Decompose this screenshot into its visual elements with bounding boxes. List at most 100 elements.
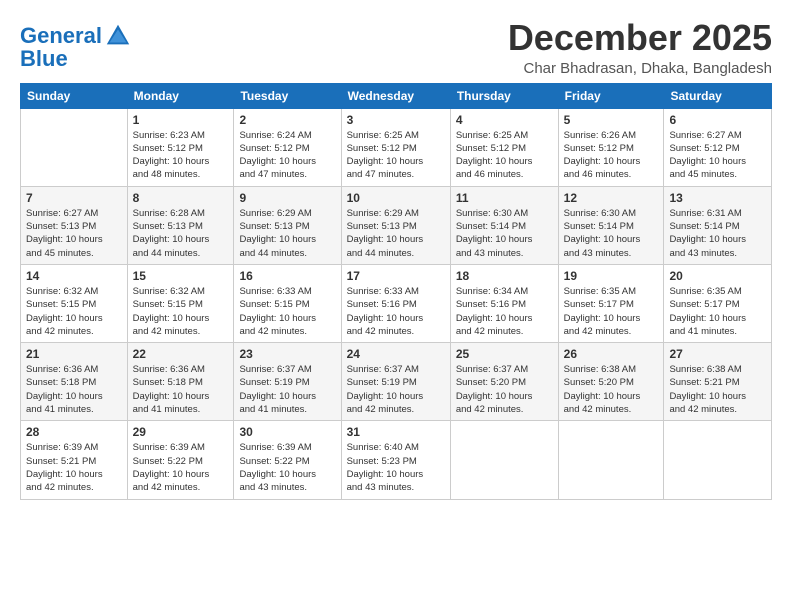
title-section: December 2025 Char Bhadrasan, Dhaka, Ban… <box>508 18 772 77</box>
day-number: 18 <box>456 269 553 283</box>
day-number: 14 <box>26 269 122 283</box>
calendar-cell: 27 Sunrise: 6:38 AM Sunset: 5:21 PM Dayli… <box>664 343 772 421</box>
calendar-cell: 29 Sunrise: 6:39 AM Sunset: 5:22 PM Dayli… <box>127 421 234 499</box>
day-info: Sunrise: 6:30 AM Sunset: 5:14 PM Dayligh… <box>456 207 553 260</box>
day-info: Sunrise: 6:24 AM Sunset: 5:12 PM Dayligh… <box>239 129 335 182</box>
calendar-cell: 20Sunrise: 6:35 AM Sunset: 5:17 PM Dayli… <box>664 264 772 342</box>
calendar-cell: 11 Sunrise: 6:30 AM Sunset: 5:14 PM Dayli… <box>450 186 558 264</box>
day-info: Sunrise: 6:36 AM Sunset: 5:18 PM Dayligh… <box>133 363 229 416</box>
day-number: 27 <box>669 347 766 361</box>
day-info: Sunrise: 6:29 AM Sunset: 5:13 PM Dayligh… <box>347 207 445 260</box>
header: General Blue December 2025 Char Bhadrasa… <box>20 18 772 77</box>
calendar-cell <box>664 421 772 499</box>
day-info: Sunrise: 6:23 AM Sunset: 5:12 PM Dayligh… <box>133 129 229 182</box>
month-title: December 2025 <box>508 18 772 58</box>
day-number: 8 <box>133 191 229 205</box>
day-info: Sunrise: 6:38 AM Sunset: 5:20 PM Dayligh… <box>564 363 659 416</box>
day-info: Sunrise: 6:32 AM Sunset: 5:15 PM Dayligh… <box>133 285 229 338</box>
day-number: 21 <box>26 347 122 361</box>
week-row-5: 28 Sunrise: 6:39 AM Sunset: 5:21 PM Dayli… <box>21 421 772 499</box>
calendar-cell: 10 Sunrise: 6:29 AM Sunset: 5:13 PM Dayli… <box>341 186 450 264</box>
calendar-cell: 24 Sunrise: 6:37 AM Sunset: 5:19 PM Dayli… <box>341 343 450 421</box>
day-info: Sunrise: 6:38 AM Sunset: 5:21 PM Dayligh… <box>669 363 766 416</box>
weekday-header-thursday: Thursday <box>450 83 558 108</box>
page: General Blue December 2025 Char Bhadrasa… <box>0 0 792 510</box>
calendar-cell: 8 Sunrise: 6:28 AM Sunset: 5:13 PM Daylig… <box>127 186 234 264</box>
calendar-cell: 4Sunrise: 6:25 AM Sunset: 5:12 PM Daylig… <box>450 108 558 186</box>
calendar-cell: 16 Sunrise: 6:33 AM Sunset: 5:15 PM Dayli… <box>234 264 341 342</box>
calendar-cell: 18 Sunrise: 6:34 AM Sunset: 5:16 PM Dayli… <box>450 264 558 342</box>
calendar-cell: 30 Sunrise: 6:39 AM Sunset: 5:22 PM Dayli… <box>234 421 341 499</box>
calendar-cell: 28 Sunrise: 6:39 AM Sunset: 5:21 PM Dayli… <box>21 421 128 499</box>
logo: General Blue <box>20 22 132 72</box>
calendar-cell <box>21 108 128 186</box>
calendar-cell: 13 Sunrise: 6:31 AM Sunset: 5:14 PM Dayli… <box>664 186 772 264</box>
day-info: Sunrise: 6:27 AM Sunset: 5:12 PM Dayligh… <box>669 129 766 182</box>
day-info: Sunrise: 6:27 AM Sunset: 5:13 PM Dayligh… <box>26 207 122 260</box>
calendar-cell: 26Sunrise: 6:38 AM Sunset: 5:20 PM Dayli… <box>558 343 664 421</box>
calendar-cell: 21 Sunrise: 6:36 AM Sunset: 5:18 PM Dayli… <box>21 343 128 421</box>
calendar-cell: 9 Sunrise: 6:29 AM Sunset: 5:13 PM Daylig… <box>234 186 341 264</box>
day-number: 13 <box>669 191 766 205</box>
day-number: 10 <box>347 191 445 205</box>
day-number: 28 <box>26 425 122 439</box>
day-number: 23 <box>239 347 335 361</box>
day-number: 2 <box>239 113 335 127</box>
day-number: 9 <box>239 191 335 205</box>
day-info: Sunrise: 6:37 AM Sunset: 5:19 PM Dayligh… <box>347 363 445 416</box>
location-title: Char Bhadrasan, Dhaka, Bangladesh <box>508 60 772 77</box>
day-number: 30 <box>239 425 335 439</box>
weekday-header-sunday: Sunday <box>21 83 128 108</box>
week-row-3: 14 Sunrise: 6:32 AM Sunset: 5:15 PM Dayli… <box>21 264 772 342</box>
day-number: 1 <box>133 113 229 127</box>
day-info: Sunrise: 6:25 AM Sunset: 5:12 PM Dayligh… <box>347 129 445 182</box>
day-info: Sunrise: 6:31 AM Sunset: 5:14 PM Dayligh… <box>669 207 766 260</box>
day-info: Sunrise: 6:39 AM Sunset: 5:21 PM Dayligh… <box>26 441 122 494</box>
week-row-1: 1 Sunrise: 6:23 AM Sunset: 5:12 PM Daylig… <box>21 108 772 186</box>
week-row-4: 21 Sunrise: 6:36 AM Sunset: 5:18 PM Dayli… <box>21 343 772 421</box>
calendar-cell: 22 Sunrise: 6:36 AM Sunset: 5:18 PM Dayli… <box>127 343 234 421</box>
day-number: 11 <box>456 191 553 205</box>
weekday-header-row: SundayMondayTuesdayWednesdayThursdayFrid… <box>21 83 772 108</box>
day-number: 16 <box>239 269 335 283</box>
weekday-header-tuesday: Tuesday <box>234 83 341 108</box>
day-number: 24 <box>347 347 445 361</box>
day-info: Sunrise: 6:29 AM Sunset: 5:13 PM Dayligh… <box>239 207 335 260</box>
day-info: Sunrise: 6:35 AM Sunset: 5:17 PM Dayligh… <box>669 285 766 338</box>
day-info: Sunrise: 6:39 AM Sunset: 5:22 PM Dayligh… <box>239 441 335 494</box>
weekday-header-saturday: Saturday <box>664 83 772 108</box>
day-number: 19 <box>564 269 659 283</box>
weekday-header-friday: Friday <box>558 83 664 108</box>
calendar-cell: 31Sunrise: 6:40 AM Sunset: 5:23 PM Dayli… <box>341 421 450 499</box>
calendar-cell: 2 Sunrise: 6:24 AM Sunset: 5:12 PM Daylig… <box>234 108 341 186</box>
calendar-cell: 15Sunrise: 6:32 AM Sunset: 5:15 PM Dayli… <box>127 264 234 342</box>
day-number: 29 <box>133 425 229 439</box>
day-info: Sunrise: 6:33 AM Sunset: 5:15 PM Dayligh… <box>239 285 335 338</box>
calendar-cell: 14Sunrise: 6:32 AM Sunset: 5:15 PM Dayli… <box>21 264 128 342</box>
day-number: 17 <box>347 269 445 283</box>
day-info: Sunrise: 6:28 AM Sunset: 5:13 PM Dayligh… <box>133 207 229 260</box>
calendar-cell: 1 Sunrise: 6:23 AM Sunset: 5:12 PM Daylig… <box>127 108 234 186</box>
day-number: 7 <box>26 191 122 205</box>
calendar: SundayMondayTuesdayWednesdayThursdayFrid… <box>20 83 772 500</box>
weekday-header-wednesday: Wednesday <box>341 83 450 108</box>
day-info: Sunrise: 6:40 AM Sunset: 5:23 PM Dayligh… <box>347 441 445 494</box>
calendar-cell <box>558 421 664 499</box>
day-info: Sunrise: 6:37 AM Sunset: 5:20 PM Dayligh… <box>456 363 553 416</box>
calendar-cell: 23 Sunrise: 6:37 AM Sunset: 5:19 PM Dayli… <box>234 343 341 421</box>
calendar-cell: 3Sunrise: 6:25 AM Sunset: 5:12 PM Daylig… <box>341 108 450 186</box>
calendar-cell: 17Sunrise: 6:33 AM Sunset: 5:16 PM Dayli… <box>341 264 450 342</box>
calendar-cell: 12Sunrise: 6:30 AM Sunset: 5:14 PM Dayli… <box>558 186 664 264</box>
calendar-cell: 5Sunrise: 6:26 AM Sunset: 5:12 PM Daylig… <box>558 108 664 186</box>
day-number: 22 <box>133 347 229 361</box>
day-info: Sunrise: 6:39 AM Sunset: 5:22 PM Dayligh… <box>133 441 229 494</box>
day-info: Sunrise: 6:36 AM Sunset: 5:18 PM Dayligh… <box>26 363 122 416</box>
logo-text: General <box>20 24 102 48</box>
weekday-header-monday: Monday <box>127 83 234 108</box>
day-number: 6 <box>669 113 766 127</box>
calendar-cell: 7 Sunrise: 6:27 AM Sunset: 5:13 PM Daylig… <box>21 186 128 264</box>
logo-icon <box>104 22 132 50</box>
calendar-cell: 19Sunrise: 6:35 AM Sunset: 5:17 PM Dayli… <box>558 264 664 342</box>
day-info: Sunrise: 6:34 AM Sunset: 5:16 PM Dayligh… <box>456 285 553 338</box>
day-info: Sunrise: 6:37 AM Sunset: 5:19 PM Dayligh… <box>239 363 335 416</box>
